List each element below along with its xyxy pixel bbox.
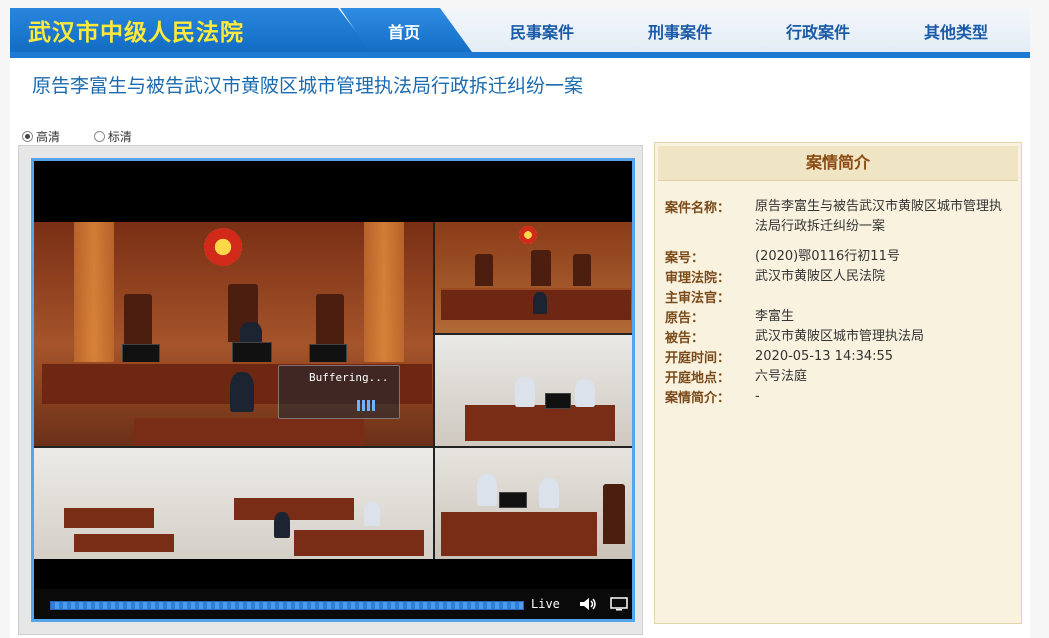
nav-civil[interactable]: 民事案件 <box>510 19 574 43</box>
info-label: 开庭地点： <box>665 371 731 386</box>
quality-option-hd[interactable]: 高清 <box>22 128 60 145</box>
sd-label: 标清 <box>107 130 132 144</box>
info-label: 审理法院： <box>665 271 731 286</box>
info-label: 案号： <box>665 251 705 266</box>
court-emblem-icon <box>204 228 242 266</box>
info-value: - <box>755 389 760 404</box>
info-value: 六号法庭 <box>755 369 808 384</box>
quality-selector: 高清 标清 <box>22 128 162 145</box>
info-label: 开庭时间： <box>665 351 731 366</box>
fullscreen-icon[interactable] <box>610 597 628 611</box>
nav-home-label: 首页 <box>388 23 421 42</box>
case-info-header: 案情简介 <box>658 146 1018 181</box>
nav-criminal[interactable]: 刑事案件 <box>648 19 712 43</box>
hd-radio[interactable] <box>22 131 33 142</box>
buffering-overlay: Buffering... <box>278 365 400 419</box>
info-label: 被告： <box>665 331 705 346</box>
camera-feed-defendant <box>435 448 632 559</box>
court-emblem-icon-small <box>519 226 537 244</box>
sd-radio[interactable] <box>93 131 105 142</box>
site-logo[interactable]: 武汉市中级人民法院 <box>10 8 372 52</box>
info-label: 案情简介： <box>665 391 731 406</box>
video-player[interactable]: Buffering... Live <box>31 158 635 622</box>
info-value: 2020-05-13 14:34:55 <box>755 349 894 364</box>
info-value: (2020)鄂0116行初11号 <box>755 249 900 264</box>
info-label: 主审法官： <box>665 291 731 306</box>
header-strip <box>10 52 1030 58</box>
quality-option-sd[interactable]: 标清 <box>93 128 132 145</box>
info-value: 武汉市黄陂区城市管理执法局 <box>755 329 925 344</box>
case-title: 原告李富生与被告武汉市黄陂区城市管理执法局行政拆迁纠纷一案 <box>32 75 584 97</box>
live-label: Live <box>531 597 560 611</box>
buffering-indicator-icon <box>357 396 377 415</box>
camera-feed-wide <box>34 448 433 559</box>
info-value: 原告李富生与被告武汉市黄陂区城市管理执法局行政拆迁纠纷一案 <box>755 199 1003 234</box>
info-label: 原告： <box>665 311 705 326</box>
video-container: Buffering... Live <box>18 145 643 635</box>
hd-label: 高清 <box>36 130 61 144</box>
buffering-text: Buffering... <box>309 371 389 384</box>
info-label: 案件名称： <box>665 201 731 216</box>
volume-icon[interactable] <box>579 597 597 611</box>
camera-feed-bench <box>435 222 632 333</box>
page: 武汉市中级人民法院 首页 民事案件 刑事案件 行政案件 其他类型 原告李富生与被… <box>10 8 1030 638</box>
nav-administrative[interactable]: 行政案件 <box>786 19 850 43</box>
case-info-panel: 案情简介 案件名称： 原告李富生与被告武汉市黄陂区城市管理执法局行政拆迁纠纷一案… <box>654 142 1022 624</box>
site-title: 武汉市中级人民法院 <box>28 20 244 46</box>
info-value: 武汉市黄陂区人民法院 <box>755 269 886 284</box>
player-controls: Live <box>34 589 632 619</box>
progress-bar[interactable] <box>50 601 524 610</box>
camera-feed-party <box>435 335 632 446</box>
nav-other[interactable]: 其他类型 <box>924 19 988 43</box>
info-value: 李富生 <box>755 309 795 324</box>
video-feed: Buffering... <box>34 222 632 559</box>
